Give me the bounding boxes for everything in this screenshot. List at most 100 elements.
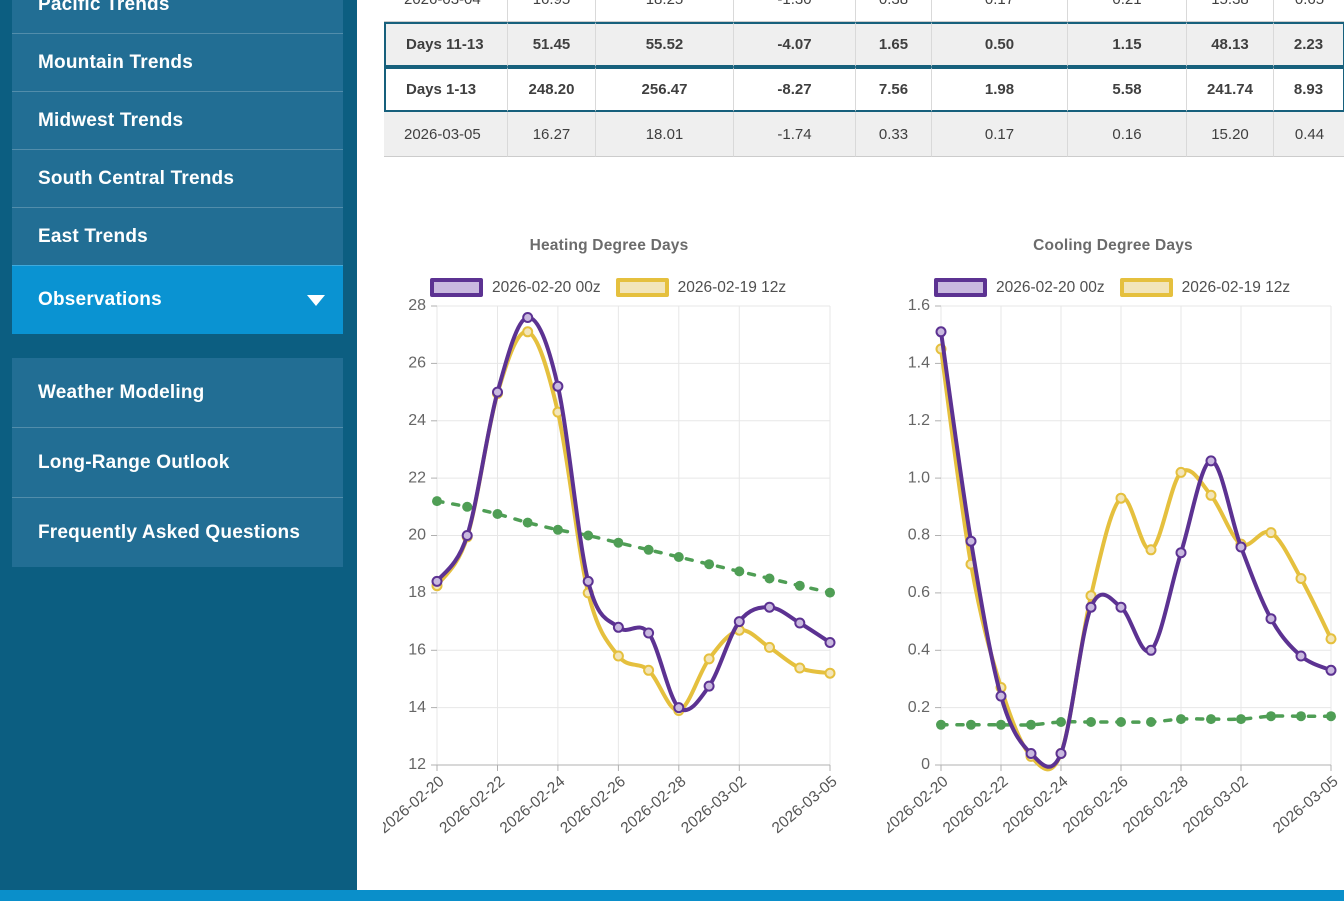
value-cell: 0.33: [856, 112, 932, 157]
sidebar-item-midwest-trends[interactable]: Midwest Trends: [12, 91, 343, 149]
value-cell: 18.25: [596, 0, 734, 22]
value-cell: 48.13: [1187, 22, 1274, 67]
svg-text:22: 22: [408, 469, 426, 486]
value-cell: 51.45: [508, 22, 596, 67]
value-cell: 0.16: [1068, 112, 1187, 157]
svg-text:2026-02-22: 2026-02-22: [436, 773, 508, 837]
table-row: Days 11-1351.4555.52-4.071.650.501.1548.…: [384, 22, 1344, 67]
cooling-degree-days-chart: Cooling Degree Days 2026-02-20 00z 2026-…: [887, 228, 1344, 860]
value-cell: 0.38: [856, 0, 932, 22]
value-cell: 0.17: [932, 112, 1068, 157]
svg-text:0: 0: [921, 756, 930, 773]
value-cell: 0.50: [932, 22, 1068, 67]
degree-days-table: 2026-03-0416.9518.25-1.300.380.170.2115.…: [384, 0, 1344, 157]
row-label: Days 1-13: [384, 67, 508, 112]
sidebar-item-label: Mountain Trends: [38, 52, 193, 74]
sidebar-item-label: Frequently Asked Questions: [38, 522, 300, 544]
svg-text:0.6: 0.6: [908, 584, 930, 601]
svg-text:12: 12: [408, 756, 426, 773]
sidebar-item-observations[interactable]: Observations: [12, 265, 343, 334]
svg-text:2026-03-02: 2026-03-02: [678, 773, 750, 837]
sidebar-secondary-nav: Weather Modeling Long-Range Outlook Freque…: [12, 358, 343, 567]
heating-plot-svg: 2826242220181614122026-02-202026-02-2220…: [383, 228, 860, 860]
value-cell: 0.44: [1274, 112, 1344, 157]
value-cell: 0.65: [1274, 0, 1344, 22]
svg-text:1.4: 1.4: [908, 355, 930, 372]
svg-text:2026-02-22: 2026-02-22: [940, 773, 1012, 837]
sidebar-primary-nav: Pacific Trends Mountain Trends Midwest Tre…: [12, 0, 343, 334]
svg-text:0.4: 0.4: [908, 642, 930, 659]
value-cell: 7.56: [856, 67, 932, 112]
row-label: Days 11-13: [384, 22, 508, 67]
svg-text:2026-03-05: 2026-03-05: [1270, 773, 1342, 837]
svg-text:2026-02-26: 2026-02-26: [557, 773, 629, 837]
svg-text:1.2: 1.2: [908, 412, 930, 429]
svg-text:2026-02-28: 2026-02-28: [618, 773, 690, 837]
value-cell: 55.52: [596, 22, 734, 67]
value-cell: 1.65: [856, 22, 932, 67]
value-cell: 241.74: [1187, 67, 1274, 112]
svg-text:0.8: 0.8: [908, 527, 930, 544]
svg-text:2026-02-24: 2026-02-24: [1000, 773, 1072, 837]
value-cell: 5.58: [1068, 67, 1187, 112]
svg-text:16: 16: [408, 642, 426, 659]
sidebar-item-pacific-trends[interactable]: Pacific Trends: [12, 0, 343, 33]
svg-text:2026-03-02: 2026-03-02: [1180, 773, 1252, 837]
value-cell: 1.98: [932, 67, 1068, 112]
svg-text:20: 20: [408, 527, 426, 544]
sidebar-item-east-trends[interactable]: East Trends: [12, 207, 343, 265]
sidebar-item-label: Long-Range Outlook: [38, 452, 229, 474]
value-cell: 16.95: [508, 0, 596, 22]
svg-text:14: 14: [408, 699, 426, 716]
svg-text:2026-02-24: 2026-02-24: [497, 773, 569, 837]
svg-text:0.2: 0.2: [908, 699, 930, 716]
sidebar: Pacific Trends Mountain Trends Midwest Tre…: [0, 0, 357, 890]
svg-text:26: 26: [408, 355, 426, 372]
value-cell: 15.20: [1187, 112, 1274, 157]
heating-degree-days-chart: Heating Degree Days 2026-02-20 00z 2026-…: [383, 228, 860, 860]
main-content: 2026-03-0416.9518.25-1.300.380.170.2115.…: [357, 0, 1344, 890]
value-cell: 8.93: [1274, 67, 1344, 112]
svg-text:1.0: 1.0: [908, 469, 930, 486]
svg-text:1.6: 1.6: [908, 297, 930, 314]
value-cell: 15.38: [1187, 0, 1274, 22]
value-cell: 248.20: [508, 67, 596, 112]
svg-text:2026-03-05: 2026-03-05: [769, 773, 841, 837]
svg-text:24: 24: [408, 412, 426, 429]
value-cell: 1.15: [1068, 22, 1187, 67]
sidebar-item-long-range-outlook[interactable]: Long-Range Outlook: [12, 427, 343, 497]
table-row: 2026-03-0516.2718.01-1.740.330.170.1615.…: [384, 112, 1344, 157]
sidebar-item-label: Midwest Trends: [38, 110, 183, 132]
svg-text:2026-02-28: 2026-02-28: [1120, 773, 1192, 837]
svg-text:28: 28: [408, 297, 426, 314]
row-label: 2026-03-04: [384, 0, 508, 22]
sidebar-item-label: South Central Trends: [38, 168, 234, 190]
sidebar-item-frequently-asked-questions[interactable]: Frequently Asked Questions: [12, 497, 343, 567]
value-cell: -1.30: [734, 0, 856, 22]
value-cell: 0.17: [932, 0, 1068, 22]
value-cell: -1.74: [734, 112, 856, 157]
bottom-accent-bar: [0, 890, 1344, 901]
sidebar-item-label: Observations: [38, 289, 162, 311]
sidebar-item-label: Weather Modeling: [38, 382, 204, 404]
value-cell: -4.07: [734, 22, 856, 67]
degree-days-table-body: 2026-03-0416.9518.25-1.300.380.170.2115.…: [384, 0, 1344, 157]
value-cell: -8.27: [734, 67, 856, 112]
row-label: 2026-03-05: [384, 112, 508, 157]
sidebar-item-label: East Trends: [38, 226, 148, 248]
svg-text:2026-02-26: 2026-02-26: [1060, 773, 1132, 837]
cooling-plot-svg: 1.61.41.21.00.80.60.40.202026-02-202026-…: [887, 228, 1344, 860]
table-row: Days 1-13248.20256.47-8.277.561.985.5824…: [384, 67, 1344, 112]
sidebar-item-south-central-trends[interactable]: South Central Trends: [12, 149, 343, 207]
value-cell: 18.01: [596, 112, 734, 157]
sidebar-item-label: Pacific Trends: [38, 0, 170, 16]
value-cell: 2.23: [1274, 22, 1344, 67]
table-row: 2026-03-0416.9518.25-1.300.380.170.2115.…: [384, 0, 1344, 22]
sidebar-item-mountain-trends[interactable]: Mountain Trends: [12, 33, 343, 91]
value-cell: 256.47: [596, 67, 734, 112]
sidebar-item-weather-modeling[interactable]: Weather Modeling: [12, 358, 343, 427]
value-cell: 0.21: [1068, 0, 1187, 22]
svg-text:18: 18: [408, 584, 426, 601]
chevron-down-icon: [307, 295, 325, 306]
value-cell: 16.27: [508, 112, 596, 157]
